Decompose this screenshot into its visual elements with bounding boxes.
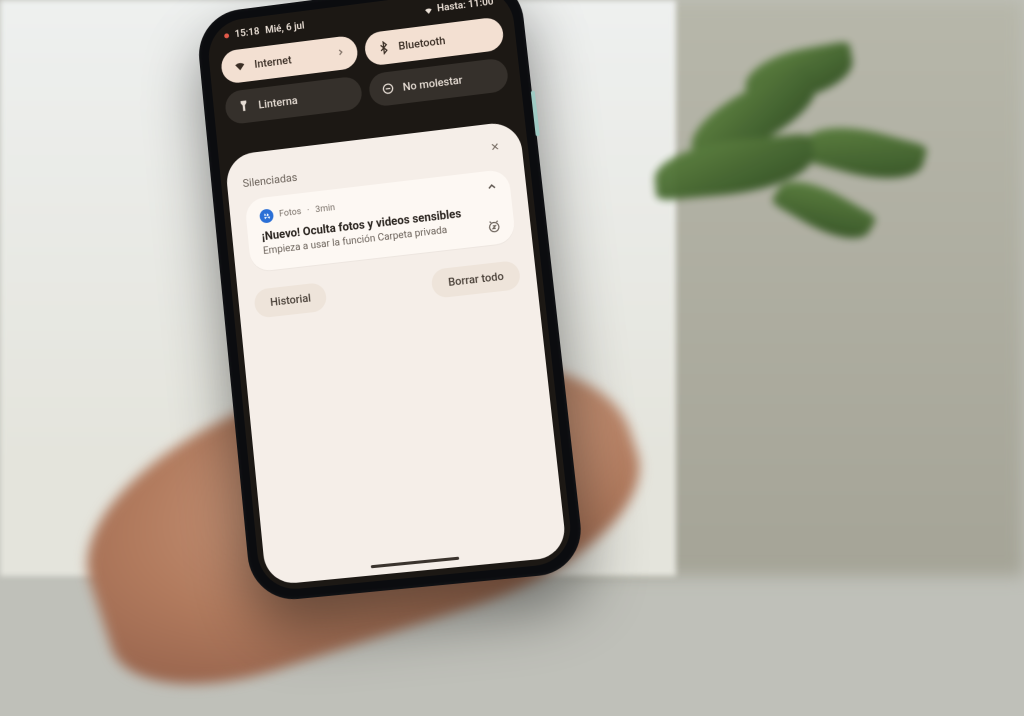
tile-dnd[interactable]: No molestar bbox=[368, 57, 510, 107]
wifi-icon bbox=[232, 58, 247, 73]
home-gesture-bar[interactable] bbox=[371, 557, 460, 569]
panel-actions: Historial Borrar todo bbox=[253, 260, 521, 319]
chevron-up-icon[interactable] bbox=[485, 180, 499, 196]
status-date: Mié, 6 jul bbox=[265, 21, 305, 37]
flashlight-icon bbox=[236, 99, 251, 114]
dnd-icon bbox=[380, 81, 395, 96]
phone-frame: 15:18 Mié, 6 jul Hasta: 11:00 Internet bbox=[195, 0, 586, 603]
bluetooth-icon bbox=[376, 40, 391, 55]
tile-label: Internet bbox=[254, 53, 292, 70]
notification-app-name: Fotos bbox=[279, 207, 302, 219]
wifi-icon bbox=[423, 5, 434, 16]
snooze-icon[interactable] bbox=[485, 218, 503, 236]
tile-label: Linterna bbox=[258, 94, 298, 111]
clear-all-button[interactable]: Borrar todo bbox=[431, 260, 522, 299]
notification-sep: · bbox=[307, 206, 310, 216]
tile-flashlight[interactable]: Linterna bbox=[224, 75, 363, 125]
tile-label: No molestar bbox=[402, 73, 463, 93]
tile-label: Bluetooth bbox=[398, 34, 446, 53]
phone-screen: 15:18 Mié, 6 jul Hasta: 11:00 Internet bbox=[205, 0, 574, 592]
button-label: Borrar todo bbox=[448, 270, 505, 289]
notification-age: 3min bbox=[315, 203, 336, 215]
status-time: 15:18 bbox=[234, 26, 260, 40]
recording-indicator-icon bbox=[224, 33, 229, 38]
button-label: Historial bbox=[270, 292, 312, 309]
photos-app-icon bbox=[259, 208, 274, 223]
chevron-right-icon bbox=[335, 46, 346, 60]
notification-panel: Silenciadas Fotos · 3min ¡Nuevo! Oculta … bbox=[224, 120, 567, 585]
close-icon[interactable] bbox=[485, 136, 505, 156]
history-button[interactable]: Historial bbox=[253, 282, 328, 319]
